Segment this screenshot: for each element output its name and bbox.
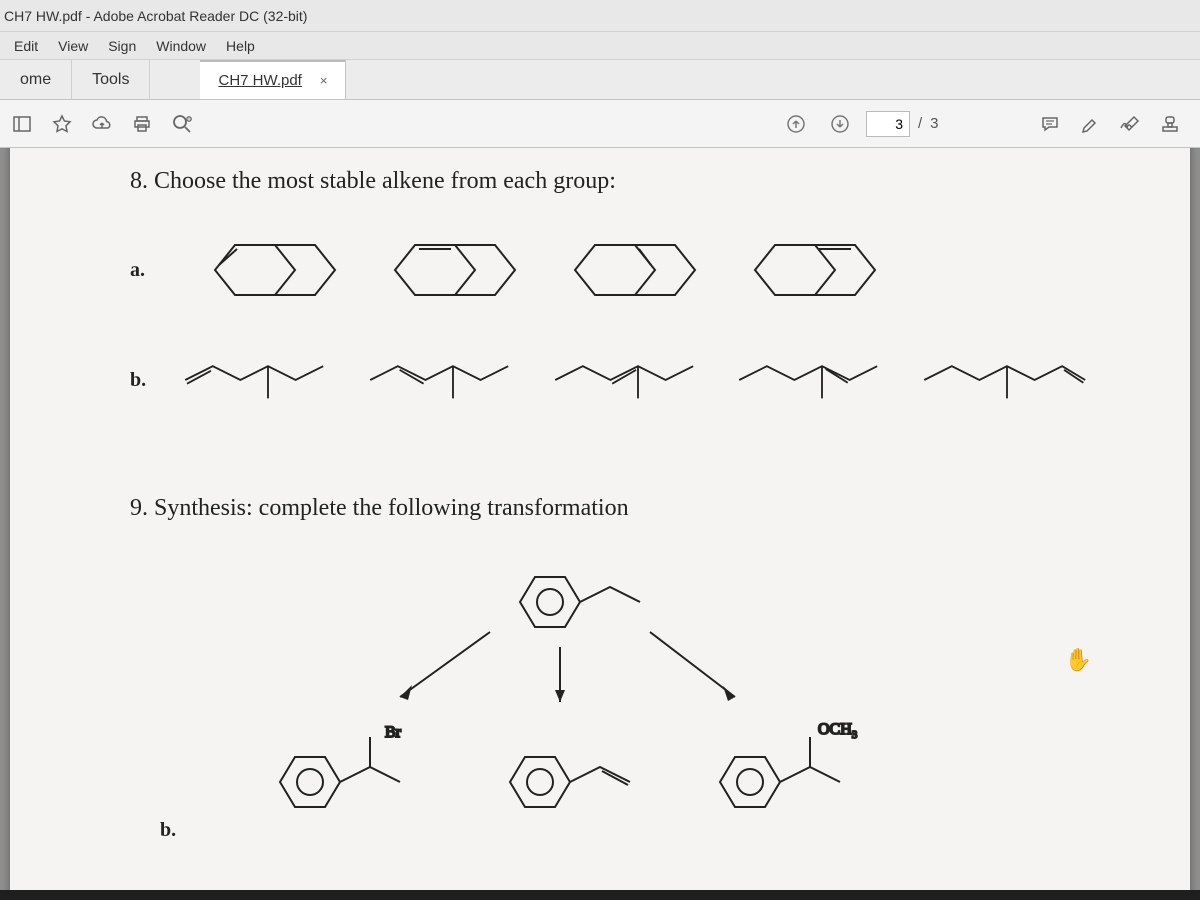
q8-number: 8. [130, 168, 148, 194]
menu-edit[interactable]: Edit [4, 38, 48, 54]
toolbar: / 3 [0, 100, 1200, 148]
q8a-structure-1 [185, 225, 355, 315]
q9-number: 9. [130, 495, 148, 521]
q8b-structure-5 [915, 335, 1090, 425]
menubar: Edit View Sign Window Help [0, 32, 1200, 60]
q9-scheme-svg: Br [130, 552, 1030, 842]
app-window: CH7 HW.pdf - Adobe Acrobat Reader DC (32… [0, 0, 1200, 900]
signature-icon[interactable] [1112, 106, 1148, 142]
stamp-icon[interactable] [1152, 106, 1188, 142]
q8-text: Choose the most stable alkene from each … [148, 168, 616, 194]
cloud-upload-icon[interactable] [84, 106, 120, 142]
q8a-structure-3 [545, 225, 715, 315]
q8a-structure-4 [725, 225, 895, 315]
search-icon[interactable] [164, 106, 200, 142]
menu-sign[interactable]: Sign [98, 38, 146, 54]
q9-label-och3-sub: 3 [852, 729, 858, 741]
q8b-structure-4 [730, 335, 905, 425]
menu-view[interactable]: View [48, 38, 98, 54]
svg-text:OCH3: OCH3 [818, 721, 858, 741]
q9-text: Synthesis: complete the following transf… [148, 495, 629, 521]
q9-reaction-scheme: Br [130, 552, 1090, 842]
tab-row: ome Tools CH7 HW.pdf × [0, 60, 1200, 100]
page-number-input[interactable] [866, 111, 910, 137]
titlebar: CH7 HW.pdf - Adobe Acrobat Reader DC (32… [0, 0, 1200, 32]
menu-window[interactable]: Window [146, 38, 216, 54]
q9-section: 9. Synthesis: complete the following tra… [130, 495, 1090, 842]
tab-document[interactable]: CH7 HW.pdf × [200, 60, 346, 99]
star-icon[interactable] [44, 106, 80, 142]
q8-row-a: a. [130, 225, 1090, 315]
annotation-tools [1032, 106, 1188, 142]
page-down-icon[interactable] [822, 106, 858, 142]
q8-row-b: b. [130, 335, 1090, 425]
q8-label-a: a. [130, 259, 145, 282]
tab-tools[interactable]: Tools [72, 60, 150, 99]
sidebar-toggle-icon[interactable] [4, 106, 40, 142]
pdf-page: 8. Choose the most stable alkene from ea… [10, 148, 1190, 900]
page-up-icon[interactable] [778, 106, 814, 142]
menu-help[interactable]: Help [216, 38, 265, 54]
q8-label-b: b. [130, 369, 146, 392]
comment-icon[interactable] [1032, 106, 1068, 142]
q8b-structure-3 [546, 335, 721, 425]
highlight-icon[interactable] [1072, 106, 1108, 142]
q8b-structure-1 [176, 335, 351, 425]
q9-label-och3: OCH [818, 721, 852, 738]
document-viewer[interactable]: 8. Choose the most stable alkene from ea… [0, 148, 1200, 900]
print-icon[interactable] [124, 106, 160, 142]
page-separator: / [918, 115, 922, 132]
q9-heading: 9. Synthesis: complete the following tra… [130, 495, 1090, 522]
q9-label-br: Br [385, 724, 402, 741]
tab-document-label: CH7 HW.pdf [218, 72, 301, 89]
page-total: 3 [930, 115, 938, 132]
q8b-structure-2 [361, 335, 536, 425]
tab-home[interactable]: ome [0, 60, 72, 99]
q8-heading: 8. Choose the most stable alkene from ea… [130, 168, 1090, 195]
q9-label-b: b. [160, 819, 176, 842]
q8a-structure-2 [365, 225, 535, 315]
os-taskbar[interactable] [0, 890, 1200, 900]
page-navigator: / 3 [778, 106, 939, 142]
window-title: CH7 HW.pdf - Adobe Acrobat Reader DC (32… [4, 8, 307, 24]
close-icon[interactable]: × [320, 73, 328, 88]
